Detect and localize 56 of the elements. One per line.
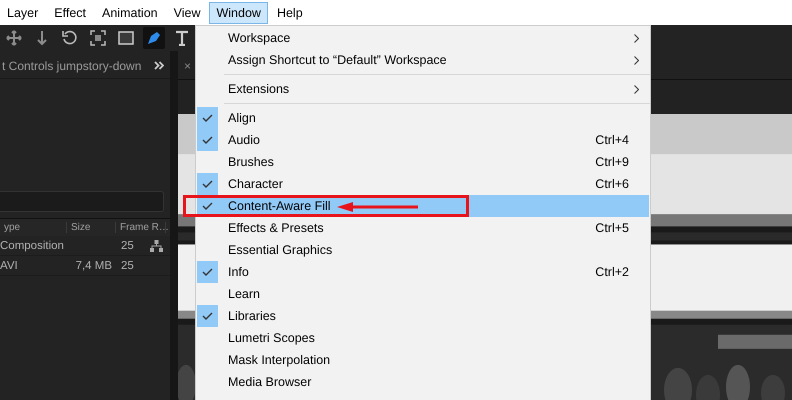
menu-entry[interactable]: Assign Shortcut to “Default” Workspace bbox=[197, 49, 649, 71]
menu-item[interactable]: View bbox=[166, 2, 208, 24]
menu-entry[interactable]: Essential Graphics bbox=[197, 239, 649, 261]
column-header[interactable]: Size bbox=[67, 222, 116, 233]
panel-tab[interactable]: t Controls jumpstory-down bbox=[2, 58, 142, 72]
menu-entry[interactable]: Libraries bbox=[197, 305, 649, 327]
menu-entry[interactable]: Workspace bbox=[197, 27, 649, 49]
tool-button[interactable] bbox=[143, 27, 165, 49]
shortcut-text: Ctrl+4 bbox=[595, 133, 629, 147]
text-tool-icon bbox=[174, 30, 190, 46]
check-icon bbox=[202, 114, 213, 122]
table-cell-text: 25 bbox=[120, 260, 135, 272]
column-header[interactable]: ype bbox=[0, 222, 67, 233]
move-icon bbox=[6, 30, 22, 46]
chevron-right-icon bbox=[634, 34, 639, 42]
check-icon bbox=[202, 268, 213, 276]
menu-item[interactable]: Window bbox=[209, 2, 268, 24]
check-icon bbox=[202, 180, 213, 188]
arrow-down-icon bbox=[36, 30, 48, 46]
menu-entry[interactable]: Lumetri Scopes bbox=[197, 327, 649, 349]
rotate-icon bbox=[62, 30, 78, 46]
chevrons-icon[interactable] bbox=[154, 61, 164, 70]
shortcut-text: Ctrl+6 bbox=[595, 177, 629, 191]
table-cell-text: 25 bbox=[120, 240, 135, 252]
menu-item[interactable]: Layer bbox=[0, 2, 46, 24]
menu-entry[interactable]: Brushes Ctrl+9 bbox=[197, 151, 649, 173]
table-cell-text: AVI bbox=[0, 260, 19, 272]
check-icon bbox=[202, 312, 213, 320]
menu-entry[interactable]: Audio Ctrl+4 bbox=[197, 129, 649, 151]
column-header[interactable]: Frame R… bbox=[116, 222, 166, 233]
menu-entry[interactable]: Character Ctrl+6 bbox=[197, 173, 649, 195]
menu-entry[interactable]: Mask Interpolation bbox=[197, 349, 649, 371]
menu-entry[interactable]: Learn bbox=[197, 283, 649, 305]
chevron-right-icon bbox=[634, 84, 639, 94]
pen-icon bbox=[146, 30, 162, 46]
chevron-right-icon bbox=[634, 56, 639, 64]
check-icon bbox=[202, 136, 213, 144]
menu-item[interactable]: Effect bbox=[47, 2, 94, 24]
menu-entry[interactable]: Align bbox=[197, 107, 649, 129]
table-cell-text: 7,4 MB bbox=[74, 260, 113, 272]
rectangle-icon bbox=[118, 30, 134, 46]
menu-entry[interactable]: Media Browser bbox=[197, 371, 649, 393]
menu-item[interactable]: Help bbox=[270, 2, 310, 24]
shortcut-text: Ctrl+9 bbox=[595, 155, 629, 169]
table-cell-text: Composition bbox=[0, 240, 65, 252]
check-icon bbox=[202, 202, 213, 210]
menu-entry[interactable]: Extensions bbox=[197, 78, 649, 100]
shortcut-text: Ctrl+2 bbox=[595, 265, 629, 279]
region-icon bbox=[90, 30, 106, 46]
search-field[interactable] bbox=[0, 191, 164, 212]
menu-entry[interactable]: Effects & Presets Ctrl+5 bbox=[197, 217, 649, 239]
close-button[interactable]: × bbox=[184, 59, 192, 73]
menu-entry[interactable]: Info Ctrl+2 bbox=[197, 261, 649, 283]
menu-item[interactable]: Animation bbox=[95, 2, 165, 24]
shortcut-text: Ctrl+5 bbox=[595, 221, 629, 235]
hierarchy-icon[interactable] bbox=[150, 240, 163, 252]
